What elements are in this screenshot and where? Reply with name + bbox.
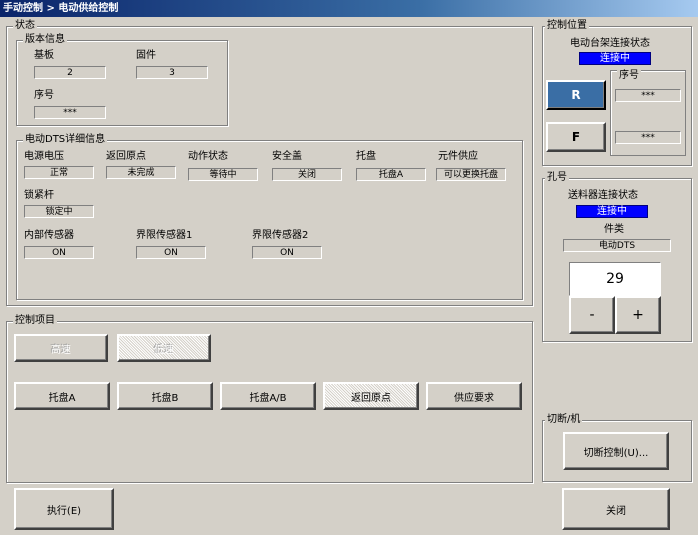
tray-ab-button[interactable]: 托盘A/B: [220, 382, 316, 410]
lock-lever-value: 锁定中: [24, 205, 94, 218]
return-origin-button[interactable]: 返回原点: [323, 382, 419, 410]
board-value: 2: [34, 66, 106, 79]
tray-label: 托盘: [356, 151, 376, 162]
position-serial-label: 序号: [617, 70, 641, 82]
r-serial-value: ***: [615, 89, 681, 102]
limit-sensor1-value: ON: [136, 246, 206, 259]
high-speed-button[interactable]: 高速: [14, 334, 108, 362]
tray-value: 托盘A: [356, 168, 426, 181]
stage-connection-label: 电动台架连接状态: [570, 38, 650, 49]
return-origin-value: 未完成: [106, 166, 176, 179]
return-origin-label: 返回原点: [106, 151, 146, 162]
firmware-value: 3: [136, 66, 208, 79]
action-status-label: 动作状态: [188, 151, 228, 162]
limit-sensor2-label: 界限传感器2: [252, 230, 309, 241]
status-group-label: 状态: [13, 20, 37, 32]
feeder-connection-status: 连接中: [576, 205, 648, 218]
control-items-label: 控制项目: [13, 315, 57, 327]
lock-lever-label: 锁紧杆: [24, 190, 54, 201]
tray-a-button[interactable]: 托盘A: [14, 382, 110, 410]
type-label: 件类: [604, 224, 624, 235]
r-position-button[interactable]: R: [546, 80, 606, 110]
internal-sensor-value: ON: [24, 246, 94, 259]
safety-cover-value: 关闭: [272, 168, 342, 181]
serial-label: 序号: [34, 90, 54, 101]
supply-voltage-value: 正常: [24, 166, 94, 179]
window-title: 手动控制 > 电动供给控制: [0, 0, 698, 17]
switch-control-button[interactable]: 切断控制(U)...: [563, 432, 669, 470]
component-supply-label: 元件供应: [438, 151, 478, 162]
hole-increment-button[interactable]: +: [615, 296, 661, 334]
stage-connection-status: 连接中: [579, 52, 651, 65]
limit-sensor2-value: ON: [252, 246, 322, 259]
supply-voltage-label: 电源电压: [24, 151, 64, 162]
internal-sensor-label: 内部传感器: [24, 230, 74, 241]
limit-sensor1-label: 界限传感器1: [136, 230, 193, 241]
close-button[interactable]: 关闭: [562, 488, 670, 530]
board-label: 基板: [34, 50, 54, 61]
control-position-label: 控制位置: [545, 20, 589, 32]
action-status-value: 等待中: [188, 168, 258, 181]
hole-number-display: 29: [569, 262, 661, 296]
hole-decrement-button[interactable]: -: [569, 296, 615, 334]
feeder-connection-label: 送料器连接状态: [568, 190, 638, 201]
serial-value: ***: [34, 106, 106, 119]
version-info-label: 版本信息: [23, 34, 67, 46]
component-supply-value: 可以更换托盘: [436, 168, 506, 181]
f-serial-value: ***: [615, 131, 681, 144]
f-position-button[interactable]: F: [546, 122, 606, 152]
supply-request-button[interactable]: 供应要求: [426, 382, 522, 410]
execute-button[interactable]: 执行(E): [14, 488, 114, 530]
type-value: 电动DTS: [563, 239, 671, 252]
low-speed-button[interactable]: 低速: [117, 334, 211, 362]
switch-group-label: 切断/机: [545, 414, 583, 426]
tray-b-button[interactable]: 托盘B: [117, 382, 213, 410]
hole-group-label: 孔号: [545, 172, 569, 184]
dts-detail-label: 电动DTS详细信息: [23, 134, 108, 146]
dts-detail-group: 电动DTS详细信息: [16, 134, 523, 300]
safety-cover-label: 安全盖: [272, 151, 302, 162]
firmware-label: 固件: [136, 50, 156, 61]
